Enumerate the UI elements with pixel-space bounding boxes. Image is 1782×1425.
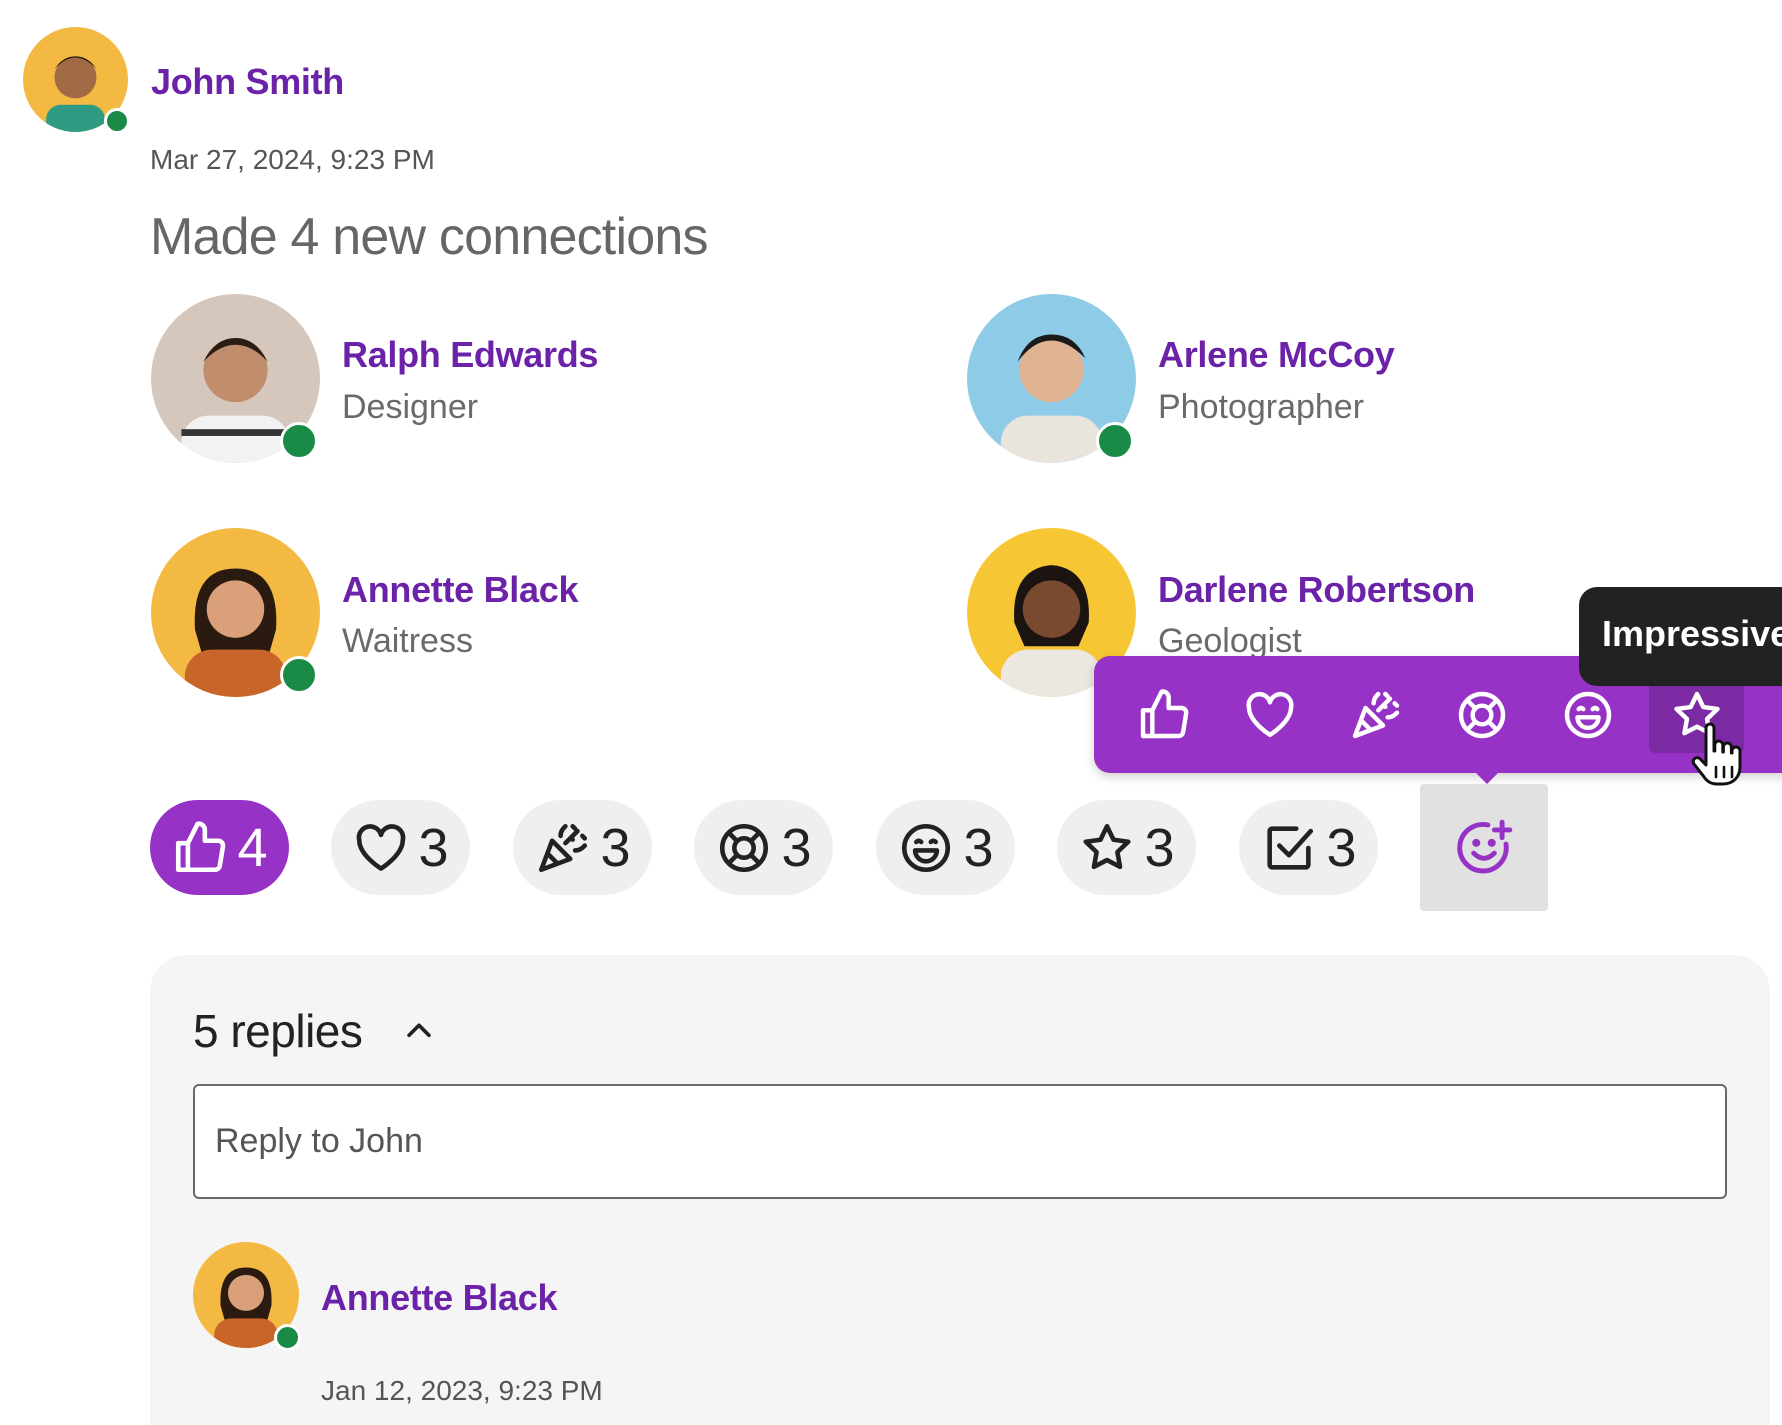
add-reaction-button[interactable]: [1420, 784, 1548, 911]
reaction-tooltip: Impressive: [1579, 587, 1782, 686]
picker-lifebuoy[interactable]: [1434, 676, 1529, 753]
reaction-count-star: 3: [1144, 817, 1175, 878]
reaction-pill-thumbs-up[interactable]: 4: [150, 800, 289, 895]
reaction-count-party: 3: [600, 817, 631, 878]
reaction-count-check: 3: [1326, 817, 1357, 878]
reaction-pill-party[interactable]: 3: [513, 800, 652, 895]
reaction-pill-lifebuoy[interactable]: 3: [694, 800, 833, 895]
connection-presence-ralph: [280, 422, 318, 460]
connection-name-ralph[interactable]: Ralph Edwards: [342, 334, 598, 376]
thumbs-up-icon: [1140, 688, 1188, 738]
heart-icon: [357, 823, 406, 871]
connection-name-annette[interactable]: Annette Black: [342, 569, 578, 611]
reply-author-presence-dot: [274, 1324, 301, 1351]
heart-icon: [1245, 691, 1294, 737]
lifebuoy-icon: [720, 823, 769, 872]
chevron-up-icon: [407, 1023, 432, 1038]
reaction-count-grin: 3: [963, 817, 994, 878]
reaction-picker-caret: [1473, 770, 1501, 784]
replies-toggle[interactable]: 5 replies: [193, 1004, 436, 1058]
connection-presence-arlene: [1096, 422, 1134, 460]
picker-heart[interactable]: [1222, 676, 1317, 753]
reaction-pill-check[interactable]: 3: [1239, 800, 1378, 895]
post-timestamp: Mar 27, 2024, 9:23 PM: [150, 144, 435, 175]
picker-party[interactable]: [1328, 676, 1423, 753]
post-headline: Made 4 new connections: [150, 208, 708, 266]
hand-pointer-cursor-icon: [1691, 722, 1742, 786]
reply-input[interactable]: [193, 1084, 1727, 1199]
lifebuoy-icon: [1458, 691, 1505, 738]
reaction-count-thumbs-up: 4: [237, 817, 268, 878]
picker-grin[interactable]: [1540, 676, 1635, 753]
picker-thumbs-up[interactable]: [1116, 676, 1211, 753]
reaction-pill-star[interactable]: 3: [1057, 800, 1196, 895]
party-popper-icon: [539, 823, 588, 872]
reaction-pill-heart[interactable]: 3: [331, 800, 470, 895]
connection-role-arlene: Photographer: [1158, 388, 1365, 426]
connection-role-ralph: Designer: [342, 388, 479, 426]
connection-presence-annette: [280, 656, 318, 694]
connection-role-annette: Waitress: [342, 622, 473, 660]
star-icon: [1083, 823, 1132, 869]
reaction-count-heart: 3: [418, 817, 449, 878]
grinning-face-icon: [1564, 691, 1611, 738]
add-emoji-icon: [1457, 819, 1513, 873]
thumbs-up-icon: [176, 820, 226, 872]
author-presence-dot: [104, 108, 130, 134]
author-name[interactable]: John Smith: [151, 61, 344, 103]
reaction-count-lifebuoy: 3: [781, 817, 812, 878]
grinning-face-icon: [902, 823, 951, 872]
checkbox-icon: [1267, 825, 1314, 870]
replies-count-label: 5 replies: [193, 1005, 363, 1057]
party-popper-icon: [1352, 691, 1399, 738]
reply-timestamp: Jan 12, 2023, 9:23 PM: [321, 1375, 603, 1406]
connection-name-arlene[interactable]: Arlene McCoy: [1158, 334, 1395, 376]
checkbox-icon: [1776, 687, 1782, 743]
connection-name-darlene[interactable]: Darlene Robertson: [1158, 569, 1475, 611]
reaction-pill-grin[interactable]: 3: [876, 800, 1015, 895]
reply-author-name[interactable]: Annette Black: [321, 1277, 557, 1319]
picker-checkbox[interactable]: [1756, 676, 1782, 753]
